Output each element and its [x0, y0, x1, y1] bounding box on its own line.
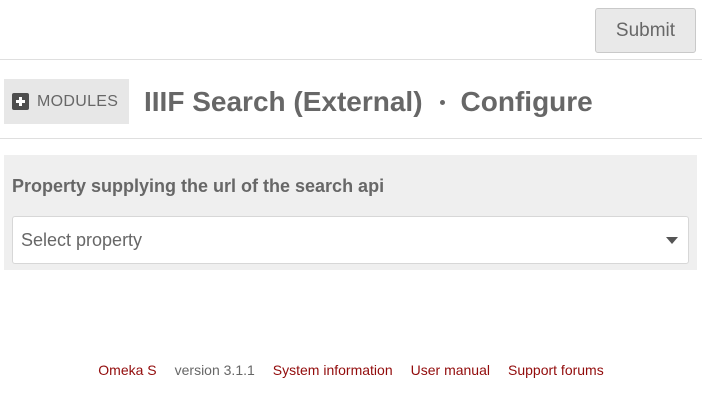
submit-button[interactable]: Submit: [595, 8, 696, 53]
action-bar: Submit: [0, 0, 702, 60]
modules-link[interactable]: MODULES: [4, 79, 129, 124]
plus-square-icon: [12, 93, 29, 110]
support-forums-link[interactable]: Support forums: [508, 362, 604, 378]
title-separator-dot: [439, 99, 445, 105]
user-manual-link[interactable]: User manual: [411, 362, 490, 378]
configuration-form: Property supplying the url of the search…: [4, 155, 697, 270]
omeka-s-link[interactable]: Omeka S: [98, 362, 156, 378]
page-header: MODULES IIIF Search (External) Configure: [0, 61, 702, 139]
page-title: IIIF Search (External) Configure: [144, 81, 593, 123]
version-text: version 3.1.1: [174, 362, 255, 378]
configure-module-page: Submit MODULES IIIF Search (External) Co…: [0, 0, 702, 407]
footer: Omeka S version 3.1.1 System information…: [0, 360, 702, 380]
modules-label: MODULES: [37, 92, 119, 110]
module-name: IIIF Search (External): [144, 86, 423, 117]
search-api-property-label: Property supplying the url of the search…: [12, 176, 385, 196]
page-action: Configure: [460, 86, 593, 117]
caret-down-icon: [666, 237, 678, 244]
property-select-value: Select property: [21, 229, 143, 250]
system-information-link[interactable]: System information: [273, 362, 393, 378]
property-select[interactable]: Select property: [12, 216, 689, 264]
